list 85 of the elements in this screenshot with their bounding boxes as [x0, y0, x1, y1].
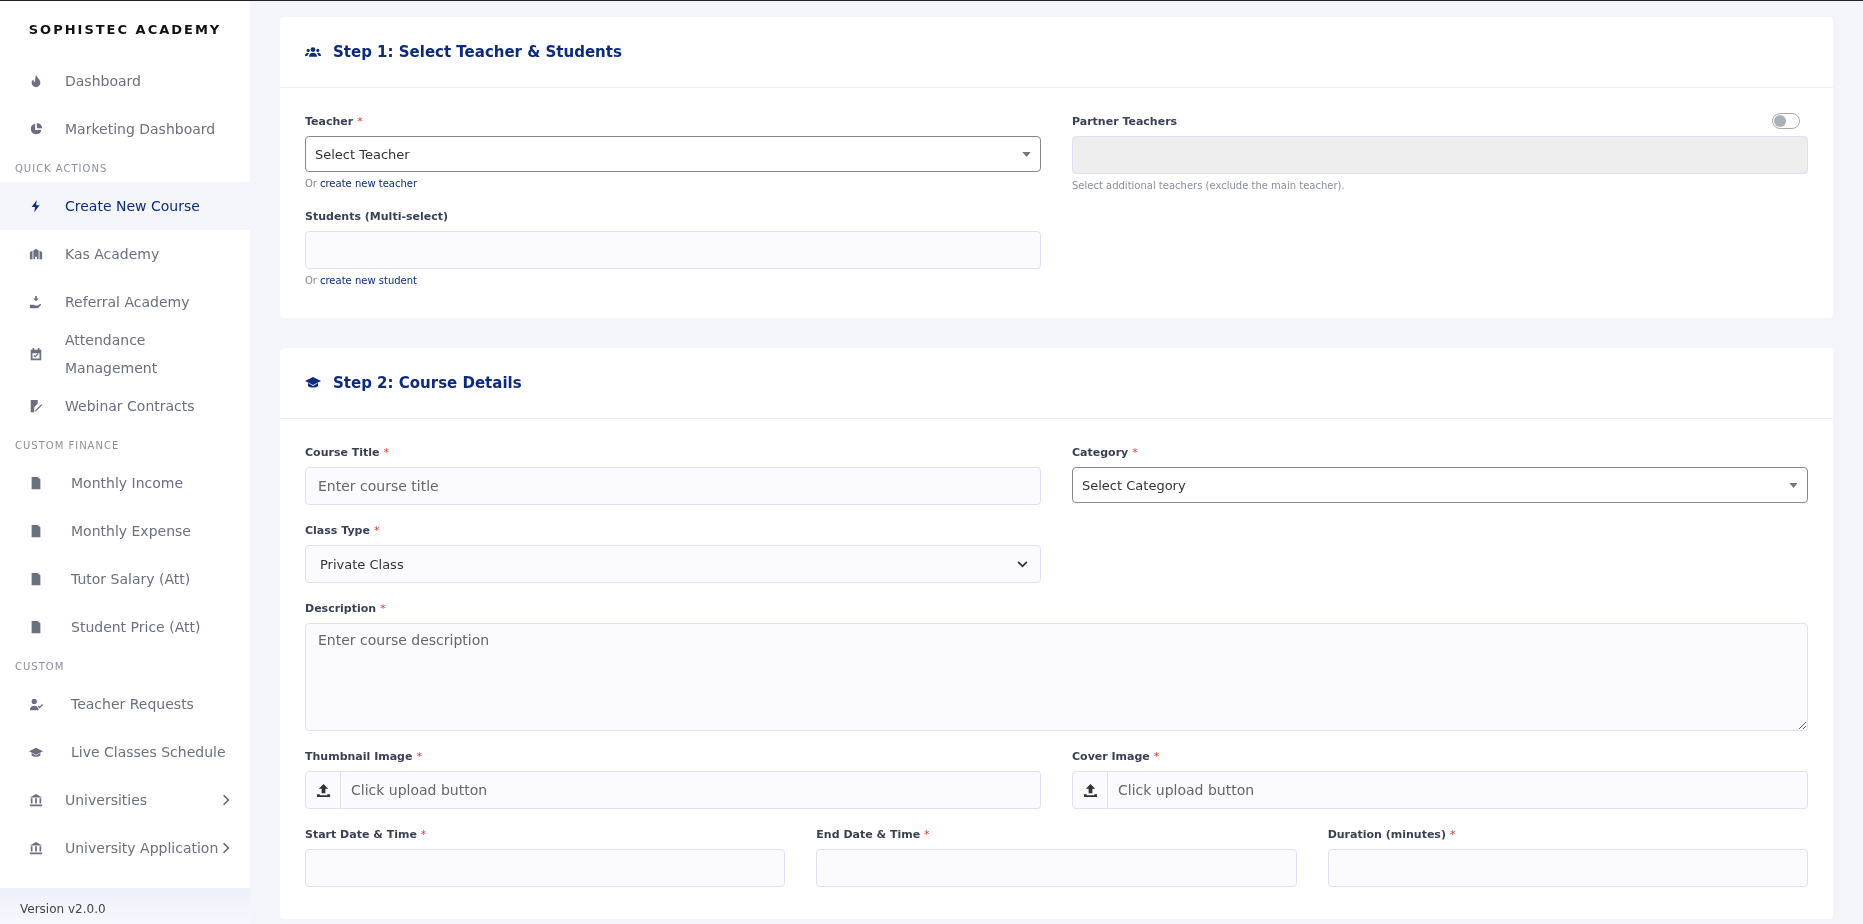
- sidebar-item[interactable]: University Application: [0, 824, 250, 872]
- select-dropdown[interactable]: Private Class: [305, 545, 1041, 583]
- sidebar-item[interactable]: Dashboard: [0, 57, 250, 105]
- textarea-field[interactable]: Enter course description: [305, 623, 1808, 731]
- upload-field[interactable]: Click upload button: [1108, 771, 1808, 809]
- sidebar-item[interactable]: Kas Academy: [0, 230, 250, 278]
- pie-chart-icon: [29, 122, 43, 136]
- document-icon: [29, 524, 43, 538]
- document-pen-icon: [29, 399, 43, 413]
- field-label: Start Date & Time: [305, 827, 417, 841]
- upload-field[interactable]: Click upload button: [341, 771, 1041, 809]
- upload-button[interactable]: [305, 771, 341, 809]
- chevron-down-icon: [1017, 560, 1028, 568]
- input-field[interactable]: Enter course title: [305, 467, 1041, 505]
- field-label: Teacher: [305, 114, 354, 128]
- field-label: Course Title: [305, 445, 380, 459]
- upload-button[interactable]: [1072, 771, 1108, 809]
- caret-icon: [1022, 151, 1031, 157]
- required-mark: *: [416, 749, 422, 763]
- chevron-right-icon: [222, 842, 230, 854]
- required-mark: *: [1449, 827, 1456, 841]
- field-label: Description: [305, 601, 377, 615]
- step-title: Step 2: Course Details: [333, 374, 522, 392]
- field-label: Duration (minutes): [1327, 827, 1446, 841]
- input-field[interactable]: [816, 849, 1297, 887]
- required-mark: *: [373, 523, 380, 537]
- chevron-right-icon: [222, 794, 230, 806]
- brand-title: SOPHISTEC ACADEMY: [27, 21, 223, 39]
- hand-icon: [29, 295, 43, 309]
- required-mark: *: [1132, 445, 1138, 459]
- sidebar-item[interactable]: Marketing Dashboard: [0, 105, 250, 153]
- sidebar-item[interactable]: Monthly Expense: [0, 507, 250, 555]
- helper-text: Or: [305, 275, 317, 286]
- field-label: Class Type: [305, 523, 370, 537]
- field-label: Thumbnail Image: [305, 749, 413, 763]
- input-field[interactable]: [305, 849, 786, 887]
- step-title: Step 1: Select Teacher & Students: [333, 43, 622, 61]
- required-mark: *: [357, 114, 363, 128]
- graduation-cap-icon: [305, 377, 321, 389]
- nav-section-heading: CUSTOM: [14, 660, 66, 674]
- sidebar-item[interactable]: Webinar Contracts: [0, 382, 250, 430]
- field-label: End Date & Time: [816, 827, 921, 841]
- select-dropdown[interactable]: Select Teacher: [305, 136, 1041, 172]
- required-mark: *: [380, 601, 386, 615]
- required-mark: *: [924, 827, 930, 841]
- users-icon: [305, 46, 321, 58]
- sidebar-item[interactable]: Teacher Requests: [0, 680, 250, 728]
- create-link[interactable]: create new student: [320, 275, 417, 286]
- required-mark: *: [420, 827, 427, 841]
- sidebar-item[interactable]: Student Price (Att): [0, 603, 250, 651]
- nav-section-heading: QUICK ACTIONS: [14, 162, 109, 176]
- sidebar-item[interactable]: Referral Academy: [0, 278, 250, 326]
- sidebar-item[interactable]: Monthly Income: [0, 459, 250, 507]
- field-label: Students (Multi-select): [305, 209, 449, 223]
- document-icon: [29, 620, 43, 634]
- flame-icon: [29, 74, 43, 88]
- document-icon: [29, 572, 43, 586]
- sidebar-item[interactable]: Attendance Management: [0, 326, 250, 382]
- select-dropdown[interactable]: Select Category: [1072, 467, 1808, 503]
- caret-icon: [1789, 482, 1798, 488]
- bank-icon: [29, 841, 43, 855]
- required-mark: *: [1153, 749, 1160, 763]
- field-label: Partner Teachers: [1072, 114, 1178, 128]
- nav-section-heading: CUSTOM FINANCE: [14, 439, 121, 453]
- graduation-cap-icon: [29, 745, 43, 759]
- input-field[interactable]: [1327, 849, 1808, 887]
- required-mark: *: [383, 445, 389, 459]
- building-icon: [29, 247, 43, 261]
- helper-text: Or: [305, 178, 317, 189]
- upload-icon: [1082, 782, 1098, 798]
- document-icon: [29, 476, 43, 490]
- bank-icon: [29, 793, 43, 807]
- version-label: Version v2.0.0: [0, 888, 250, 924]
- sidebar-item[interactable]: Universities: [0, 776, 250, 824]
- sidebar-item[interactable]: Tutor Salary (Att): [0, 555, 250, 603]
- create-link[interactable]: create new teacher: [320, 178, 418, 189]
- field-label: Category: [1072, 445, 1129, 459]
- upload-icon: [315, 782, 331, 798]
- multi-select-field[interactable]: [305, 231, 1041, 269]
- user-check-icon: [29, 697, 43, 711]
- helper-text: Select additional teachers (exclude the main teacher).: [1072, 180, 1345, 191]
- sidebar-item[interactable]: Create New Course: [0, 182, 250, 230]
- field-label: Cover Image: [1072, 749, 1150, 763]
- calendar-check-icon: [29, 347, 43, 361]
- sidebar-item[interactable]: Live Classes Schedule: [0, 728, 250, 776]
